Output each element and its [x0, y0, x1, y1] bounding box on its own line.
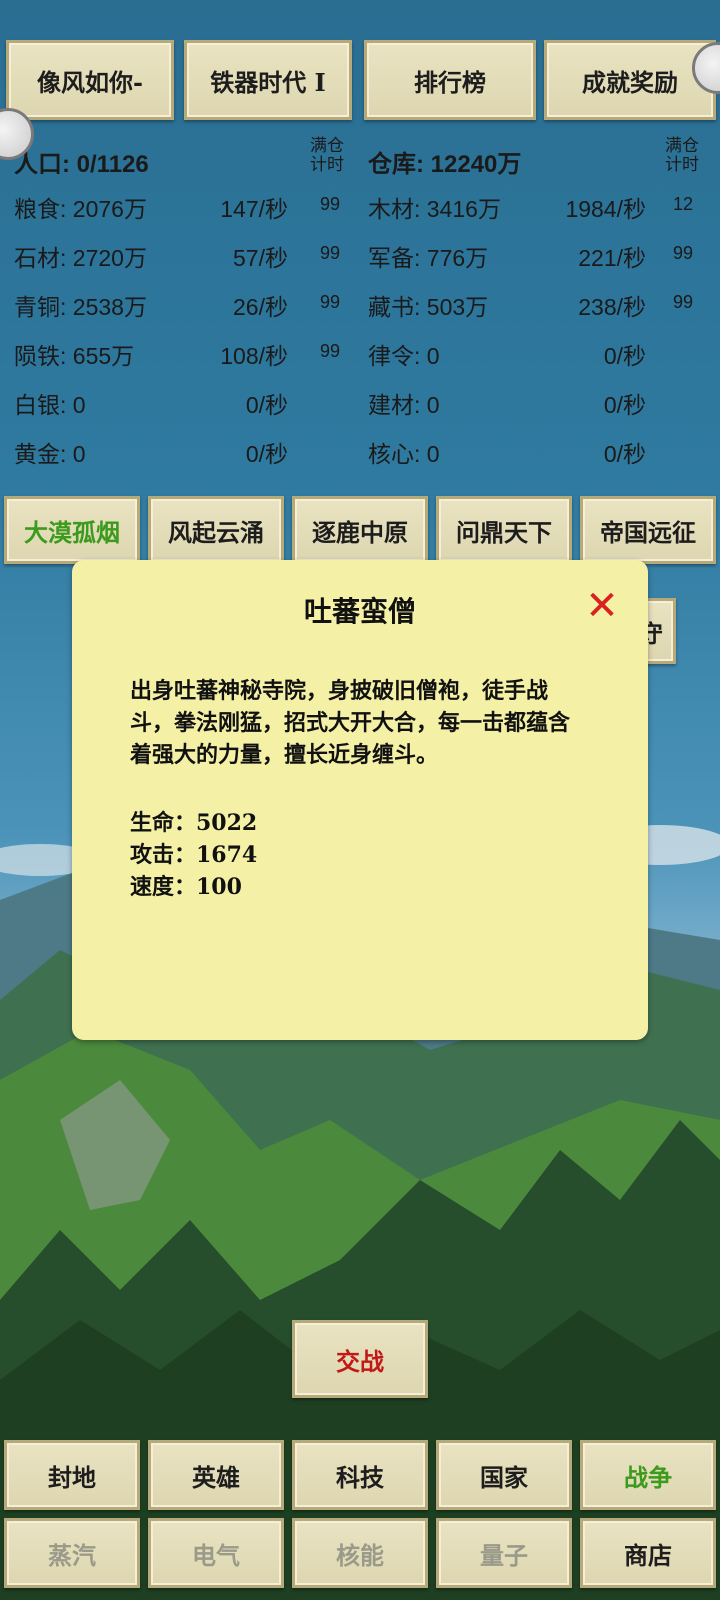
enemy-attack: 攻击：1674 — [130, 842, 258, 868]
era-button[interactable]: 铁器时代 I — [184, 40, 352, 120]
enemy-info-dialog: 吐蕃蛮僧 ✕ 出身吐蕃神秘寺院，身披破旧僧袍，徒手战斗，拳法刚猛，招式大开大合，… — [72, 560, 648, 1040]
resource-rate: 0/秒 — [603, 441, 646, 467]
resource-row: 石材: 2720万 57/秒 99 军备: 776万 221/秒 99 — [0, 239, 720, 279]
full-timer-header: 满仓 计时 — [310, 136, 344, 174]
resource-rate: 238/秒 — [578, 294, 646, 320]
full-timer-header-2: 满仓 计时 — [665, 136, 699, 174]
achievement-reward-button[interactable]: 成就奖励 — [544, 40, 716, 120]
resource-full-timer: 99 — [673, 243, 694, 263]
warehouse-label: 仓库: 12240万 — [368, 151, 522, 178]
tab-chapter-3[interactable]: 逐鹿中原 — [292, 496, 428, 564]
nav-nuclear[interactable]: 核能 — [292, 1518, 428, 1588]
resource-row: 黄金: 0 0/秒 核心: 0 0/秒 — [0, 435, 720, 475]
resource-amount: 军备: 776万 — [368, 245, 489, 271]
resource-full-timer: 99 — [320, 341, 341, 361]
resource-amount: 黄金: 0 — [14, 441, 86, 467]
resource-amount: 律令: 0 — [368, 343, 440, 369]
nav-nation[interactable]: 国家 — [436, 1440, 572, 1510]
enemy-hp: 生命：5022 — [130, 810, 258, 836]
fight-button[interactable]: 交战 — [292, 1320, 428, 1398]
resource-full-timer: 99 — [320, 243, 341, 263]
nav-quantum[interactable]: 量子 — [436, 1518, 572, 1588]
resource-rate: 0/秒 — [245, 441, 288, 467]
resource-row: 白银: 0 0/秒 建材: 0 0/秒 — [0, 386, 720, 426]
nav-war[interactable]: 战争 — [580, 1440, 716, 1510]
tab-chapter-5[interactable]: 帝国远征 — [580, 496, 716, 564]
close-x-icon[interactable]: ✕ — [582, 586, 622, 628]
resource-amount: 石材: 2720万 — [14, 245, 147, 271]
player-name-button[interactable]: 像风如你- — [6, 40, 174, 120]
nav-heroes[interactable]: 英雄 — [148, 1440, 284, 1510]
resource-rate: 1984/秒 — [565, 196, 646, 222]
resource-amount: 核心: 0 — [368, 441, 440, 467]
resource-amount: 陨铁: 655万 — [14, 343, 135, 369]
resource-amount: 木材: 3416万 — [368, 196, 501, 222]
resource-amount: 白银: 0 — [14, 392, 86, 418]
nav-shop[interactable]: 商店 — [580, 1518, 716, 1588]
enemy-speed: 速度：100 — [130, 874, 242, 900]
nav-steam[interactable]: 蒸汽 — [4, 1518, 140, 1588]
resource-row: 粮食: 2076万 147/秒 99 木材: 3416万 1984/秒 12 — [0, 190, 720, 230]
resource-amount: 建材: 0 — [368, 392, 440, 418]
resource-rate: 108/秒 — [220, 343, 288, 369]
resource-rate: 26/秒 — [233, 294, 288, 320]
resource-rate: 0/秒 — [603, 392, 646, 418]
resource-full-timer: 12 — [673, 194, 694, 214]
nav-electric[interactable]: 电气 — [148, 1518, 284, 1588]
resource-rate: 147/秒 — [220, 196, 288, 222]
nav-territory[interactable]: 封地 — [4, 1440, 140, 1510]
tab-chapter-4[interactable]: 问鼎天下 — [436, 496, 572, 564]
resource-rate: 0/秒 — [603, 343, 646, 369]
leaderboard-button[interactable]: 排行榜 — [364, 40, 536, 120]
resource-full-timer: 99 — [320, 194, 341, 214]
resource-amount: 藏书: 503万 — [368, 294, 489, 320]
resource-rate: 57/秒 — [233, 245, 288, 271]
resource-full-timer: 99 — [673, 292, 694, 312]
tab-chapter-1[interactable]: 大漠孤烟 — [4, 496, 140, 564]
resource-rate: 0/秒 — [245, 392, 288, 418]
resource-row: 青铜: 2538万 26/秒 99 藏书: 503万 238/秒 99 — [0, 288, 720, 328]
population-label: 人口: 0/1126 — [14, 151, 149, 178]
resource-amount: 粮食: 2076万 — [14, 196, 147, 222]
dialog-title: 吐蕃蛮僧 — [303, 595, 416, 628]
resource-full-timer: 99 — [320, 292, 341, 312]
resource-row: 陨铁: 655万 108/秒 99 律令: 0 0/秒 — [0, 337, 720, 377]
tab-chapter-2[interactable]: 风起云涌 — [148, 496, 284, 564]
resource-amount: 青铜: 2538万 — [14, 294, 147, 320]
nav-technology[interactable]: 科技 — [292, 1440, 428, 1510]
enemy-description: 出身吐蕃神秘寺院，身披破旧僧袍，徒手战斗，拳法刚猛，招式大开大合，每一击都蕴含着… — [130, 678, 571, 768]
resource-rate: 221/秒 — [578, 245, 646, 271]
